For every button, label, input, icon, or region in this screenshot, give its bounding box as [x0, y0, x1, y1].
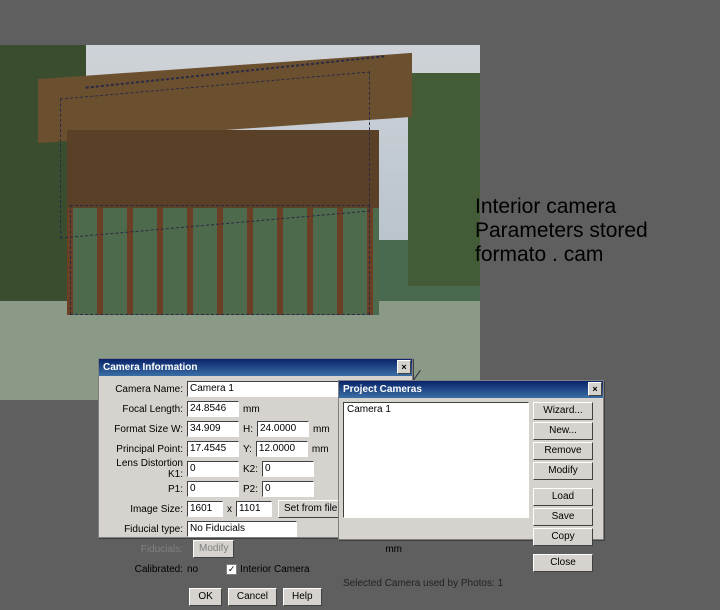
image-by-label: x — [223, 504, 236, 515]
p1-label: P1: — [105, 484, 187, 495]
image-size-label: Image Size: — [105, 504, 187, 515]
k1-field[interactable]: 0 — [187, 461, 239, 477]
help-button[interactable]: Help — [283, 588, 322, 606]
project-dialog-title: Project Cameras — [343, 381, 422, 398]
load-button[interactable]: Load — [533, 488, 593, 506]
camera-dialog-title: Camera Information — [103, 359, 197, 376]
p1-field[interactable]: 0 — [187, 481, 239, 497]
format-h-label: H: — [239, 424, 257, 435]
set-from-file-button[interactable]: Set from file — [278, 500, 343, 518]
image-h-field[interactable]: 1101 — [236, 501, 272, 517]
interior-camera-checkbox[interactable] — [226, 564, 237, 575]
remove-button[interactable]: Remove — [533, 442, 593, 460]
pp-y-field[interactable]: 12.0000 — [256, 441, 308, 457]
project-status-text: Selected Camera used by Photos: 1 — [339, 576, 603, 591]
lens-distortion-label: Lens Distortion K1: — [105, 458, 187, 480]
fiducial-type-label: Fiducial type: — [105, 524, 187, 535]
k2-label: K2: — [239, 464, 262, 475]
format-unit: mm — [309, 424, 334, 435]
new-button[interactable]: New... — [533, 422, 593, 440]
camera-dialog-titlebar[interactable]: Camera Information × — [99, 359, 412, 376]
annotation-line-1: Interior camera — [475, 195, 695, 219]
annotation-text: Interior camera Parameters stored format… — [475, 195, 695, 267]
focal-length-unit: mm — [239, 404, 264, 415]
close-button[interactable]: Close — [533, 554, 593, 572]
focal-length-label: Focal Length: — [105, 404, 187, 415]
p2-field[interactable]: 0 — [262, 481, 314, 497]
fiducial-type-select[interactable]: No Fiducials — [187, 521, 297, 537]
focal-length-field[interactable]: 24.8546 — [187, 401, 239, 417]
format-w-field[interactable]: 34.909 — [187, 421, 239, 437]
annotation-line-2: Parameters stored — [475, 219, 695, 243]
cancel-button[interactable]: Cancel — [228, 588, 277, 606]
project-button-column: Wizard... New... Remove Modify Load Save… — [533, 402, 593, 572]
annotation-line-3: formato . cam — [475, 243, 695, 267]
calibrated-label: Calibrated: — [105, 564, 187, 575]
wireframe-box-2 — [70, 205, 370, 315]
modify-button[interactable]: Modify — [533, 462, 593, 480]
format-h-field[interactable]: 24.0000 — [257, 421, 309, 437]
close-icon[interactable]: × — [588, 382, 602, 396]
calibrated-value: no — [187, 564, 198, 575]
save-button[interactable]: Save — [533, 508, 593, 526]
image-w-field[interactable]: 1601 — [187, 501, 223, 517]
pp-y-label: Y: — [239, 444, 256, 455]
cameras-listbox[interactable]: Camera 1 — [343, 402, 529, 518]
ok-button[interactable]: OK — [189, 588, 221, 606]
fiducials-modify-button: Modify — [193, 540, 234, 558]
project-dialog-body: Camera 1 Wizard... New... Remove Modify … — [339, 398, 603, 576]
project-cameras-dialog: Project Cameras × Camera 1 Wizard... New… — [338, 380, 604, 540]
k2-field[interactable]: 0 — [262, 461, 314, 477]
copy-button[interactable]: Copy — [533, 528, 593, 546]
interior-camera-label: Interior Camera — [240, 564, 309, 575]
close-icon[interactable]: × — [397, 360, 411, 374]
format-size-label: Format Size W: — [105, 424, 187, 435]
pp-unit: mm — [308, 444, 333, 455]
wizard-button[interactable]: Wizard... — [533, 402, 593, 420]
camera-name-label: Camera Name: — [105, 384, 187, 395]
scene-tree-right — [408, 73, 480, 286]
list-item[interactable]: Camera 1 — [344, 403, 528, 416]
project-dialog-titlebar[interactable]: Project Cameras × — [339, 381, 603, 398]
photo-scene — [0, 45, 480, 400]
pp-x-field[interactable]: 17.4545 — [187, 441, 239, 457]
fiducials-label: Fiducials: — [105, 544, 187, 555]
principal-point-label: Principal Point: — [105, 444, 187, 455]
p2-label: P2: — [239, 484, 262, 495]
